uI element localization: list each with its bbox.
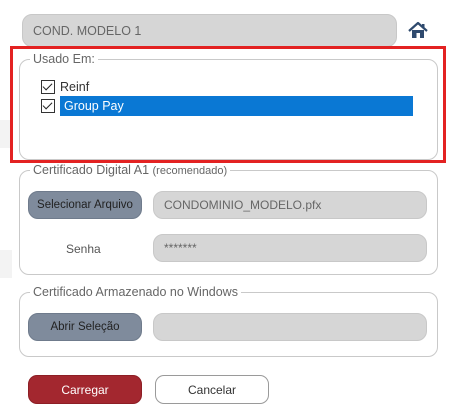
cert-a1-legend-title: Certificado Digital A1 xyxy=(33,163,150,177)
checkbox-group-pay-label[interactable]: Group Pay xyxy=(60,96,413,116)
checkbox-group-pay[interactable]: Group Pay xyxy=(41,96,413,116)
checkbox-reinf-box[interactable] xyxy=(41,80,55,94)
usado-em-legend: Usado Em: xyxy=(33,52,95,66)
checkbox-reinf-label: Reinf xyxy=(60,80,90,94)
file-path-text: CONDOMINIO_MODELO.pfx xyxy=(164,198,322,212)
edge-shade xyxy=(0,250,12,278)
password-field[interactable]: ******* xyxy=(153,234,427,262)
cert-windows-legend: Certificado Armazenado no Windows xyxy=(33,285,238,299)
password-label: Senha xyxy=(66,242,101,256)
open-selection-button[interactable]: Abrir Seleção xyxy=(28,313,142,341)
password-text: ******* xyxy=(164,241,197,255)
model-name-text: COND. MODELO 1 xyxy=(33,23,142,38)
select-file-button[interactable]: Selecionar Arquivo xyxy=(28,191,142,219)
load-button[interactable]: Carregar xyxy=(28,375,142,404)
file-path-field[interactable]: CONDOMINIO_MODELO.pfx xyxy=(153,191,427,219)
cert-a1-legend-note: (recomendado) xyxy=(152,165,228,177)
model-name-field[interactable]: COND. MODELO 1 xyxy=(22,14,397,47)
cert-a1-legend: Certificado Digital A1 (recomendado) xyxy=(30,163,230,177)
checkbox-reinf[interactable]: Reinf xyxy=(41,78,89,96)
home-icon[interactable] xyxy=(406,20,430,42)
windows-cert-field[interactable] xyxy=(153,313,427,341)
cancel-button[interactable]: Cancelar xyxy=(155,375,269,404)
checkbox-group-pay-box[interactable] xyxy=(41,99,55,113)
